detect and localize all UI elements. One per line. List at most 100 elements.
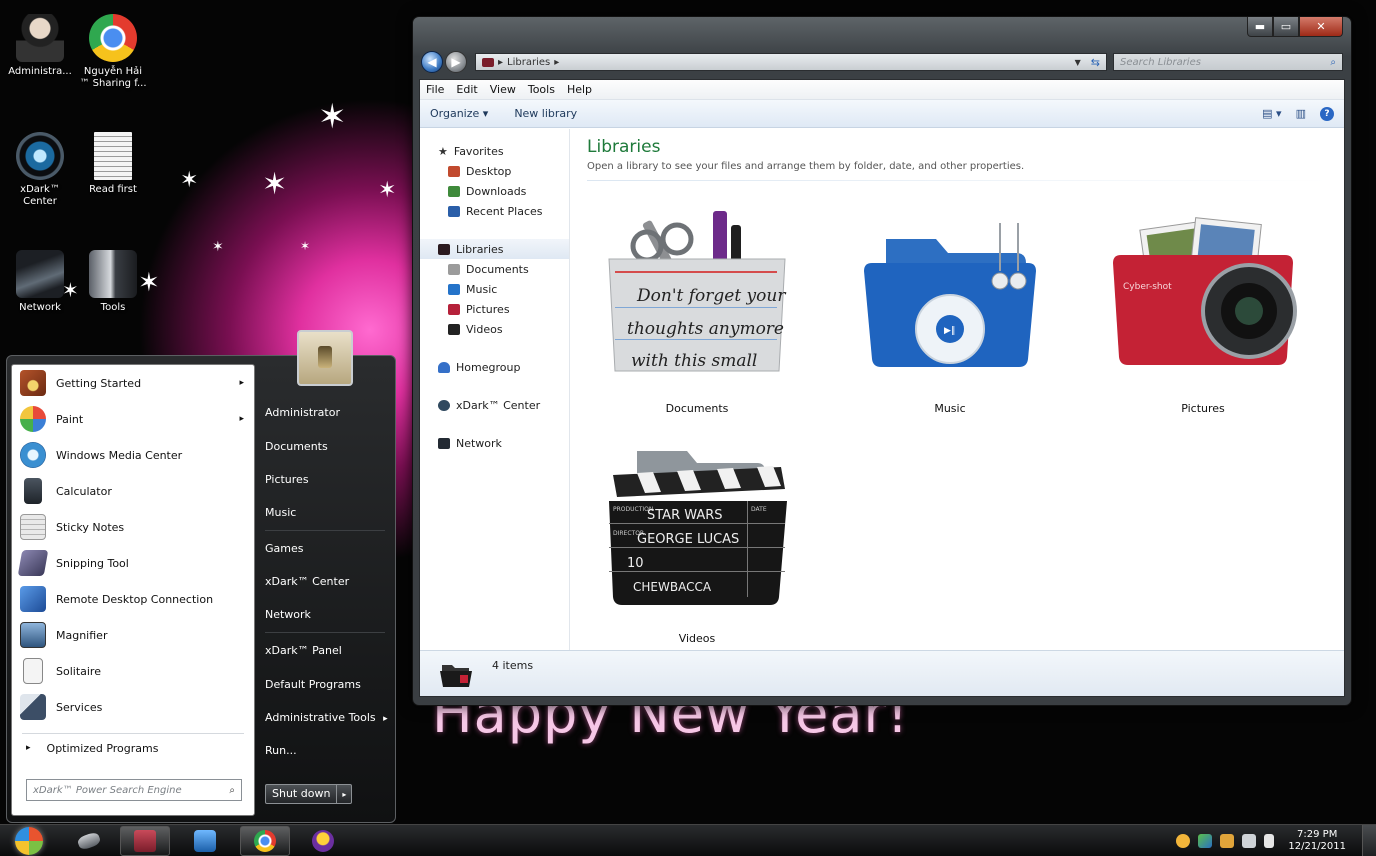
library-videos[interactable]: PRODUCTION DIRECTOR DATE STAR WARS GEORG… — [597, 431, 797, 645]
search-icon[interactable]: ⌕ — [1330, 57, 1336, 68]
chrome-icon — [254, 830, 276, 852]
nav-label: xDark™ Center — [456, 398, 541, 412]
library-documents[interactable]: Don't forget your thoughts anymore with … — [597, 201, 797, 415]
nav-desktop[interactable]: Desktop — [420, 161, 569, 181]
refresh-icon[interactable]: ⇆ — [1091, 56, 1100, 69]
close-button[interactable]: ✕ — [1299, 17, 1343, 37]
nav-libraries[interactable]: Libraries — [420, 239, 569, 259]
program-services[interactable]: Services — [12, 689, 254, 725]
pictures-folder-icon: Cyber-shot — [1113, 217, 1297, 365]
program-label: Services — [56, 700, 103, 714]
link-games[interactable]: Games — [265, 542, 303, 555]
solitaire-icon — [23, 658, 43, 684]
all-programs-label: Optimized Programs — [46, 741, 159, 755]
start-search-input[interactable]: xDark™ Power Search Engine ⌕ — [26, 779, 242, 801]
search-libraries-input[interactable]: Search Libraries ⌕ — [1113, 53, 1343, 71]
menu-tools[interactable]: Tools — [528, 83, 555, 96]
program-magnifier[interactable]: Magnifier — [12, 617, 254, 653]
nav-favorites[interactable]: ★ Favorites — [420, 141, 569, 161]
minimize-button[interactable]: ▬ — [1247, 17, 1273, 37]
music-icon — [448, 283, 460, 295]
text-document-icon — [94, 132, 132, 180]
windows-orb-icon — [15, 827, 43, 855]
volume-icon[interactable] — [1264, 834, 1275, 848]
all-programs-button[interactable]: ▸ Optimized Programs — [12, 734, 254, 762]
link-default-programs[interactable]: Default Programs — [265, 678, 361, 691]
view-options-icon[interactable]: ▤ ▾ — [1262, 107, 1281, 120]
show-desktop-button[interactable] — [1362, 825, 1376, 856]
link-administrator[interactable]: Administrator — [265, 406, 340, 419]
address-dropdown-icon[interactable]: ▼ — [1075, 58, 1081, 67]
search-icon[interactable]: ⌕ — [229, 785, 235, 796]
link-network[interactable]: Network — [265, 608, 311, 621]
link-music[interactable]: Music — [265, 506, 296, 519]
taskbar: 7:29 PM 12/21/2011 — [0, 824, 1376, 856]
back-button[interactable]: ◀ — [421, 51, 443, 73]
maximize-button[interactable]: ▭ — [1273, 17, 1299, 37]
slate-tag: DATE — [751, 506, 767, 513]
shutdown-options-button[interactable]: ▸ — [336, 785, 351, 803]
action-center-icon[interactable] — [1242, 834, 1257, 848]
new-library-button[interactable]: New library — [514, 107, 577, 120]
address-bar[interactable]: ▸ Libraries ▸ ▼ ⇆ — [475, 53, 1107, 71]
launcher-icon — [76, 831, 102, 851]
nav-videos[interactable]: Videos — [420, 319, 569, 339]
taskbar-chrome[interactable] — [240, 826, 290, 856]
program-sticky-notes[interactable]: Sticky Notes — [12, 509, 254, 545]
nav-label: Recent Places — [466, 204, 543, 218]
preview-pane-icon[interactable]: ▥ — [1296, 107, 1306, 120]
link-xdark-panel[interactable]: xDark™ Panel — [265, 644, 342, 657]
smiley-icon[interactable] — [1176, 834, 1191, 848]
submenu-arrow-icon: ▸ — [383, 714, 388, 724]
nav-network[interactable]: Network — [420, 433, 569, 453]
menu-view[interactable]: View — [490, 83, 516, 96]
link-pictures[interactable]: Pictures — [265, 473, 309, 486]
program-getting-started[interactable]: Getting Started ▸ — [12, 365, 254, 401]
link-administrative-tools[interactable]: Administrative Tools ▸ — [265, 711, 388, 724]
taskbar-explorer[interactable] — [120, 826, 170, 856]
taskbar-messenger[interactable] — [298, 826, 348, 856]
program-calculator[interactable]: Calculator — [12, 473, 254, 509]
nav-music[interactable]: Music — [420, 279, 569, 299]
menu-help[interactable]: Help — [567, 83, 592, 96]
clock[interactable]: 7:29 PM 12/21/2011 — [1288, 829, 1346, 853]
nav-label: Documents — [466, 262, 529, 276]
library-pictures[interactable]: Cyber-shot Pictures — [1103, 201, 1303, 415]
link-run[interactable]: Run... — [265, 744, 297, 757]
start-button[interactable] — [4, 826, 54, 856]
program-snipping-tool[interactable]: Snipping Tool — [12, 545, 254, 581]
shutdown-button[interactable]: Shut down — [266, 785, 336, 803]
taskbar-app-launcher[interactable] — [64, 826, 114, 856]
taskbar-media-player[interactable] — [180, 826, 230, 856]
nav-pictures[interactable]: Pictures — [420, 299, 569, 319]
menu-edit[interactable]: Edit — [456, 83, 477, 96]
program-remote-desktop[interactable]: Remote Desktop Connection — [12, 581, 254, 617]
desktop-icon-xdark-center[interactable]: xDark™ Center — [5, 132, 75, 208]
forward-button[interactable]: ▶ — [445, 51, 467, 73]
library-music[interactable]: ▶‖ Music — [850, 201, 1050, 415]
link-documents[interactable]: Documents — [265, 440, 328, 453]
desktop-icon-tools[interactable]: Tools — [78, 250, 148, 314]
link-xdark-center[interactable]: xDark™ Center — [265, 575, 349, 588]
program-windows-media-center[interactable]: Windows Media Center — [12, 437, 254, 473]
nav-downloads[interactable]: Downloads — [420, 181, 569, 201]
breadcrumb-libraries[interactable]: Libraries — [507, 57, 550, 68]
nav-xdark-center[interactable]: xDark™ Center — [420, 395, 569, 415]
desktop-icon-chrome[interactable]: Nguyễn Hải ™ Sharing f... — [78, 14, 148, 90]
desktop-icon-network[interactable]: Network — [5, 250, 75, 314]
menu-file[interactable]: File — [426, 83, 444, 96]
program-paint[interactable]: Paint ▸ — [12, 401, 254, 437]
nav-recent-places[interactable]: Recent Places — [420, 201, 569, 221]
nav-homegroup[interactable]: Homegroup — [420, 357, 569, 377]
program-solitaire[interactable]: Solitaire — [12, 653, 254, 689]
network-status-icon[interactable] — [1198, 834, 1213, 848]
desktop-icon-administrator[interactable]: Administra... — [5, 14, 75, 78]
users-icon[interactable] — [1220, 834, 1235, 848]
organize-button[interactable]: Organize ▾ — [430, 107, 488, 120]
recent-places-icon — [448, 205, 460, 217]
note-line: thoughts anymore — [627, 319, 784, 339]
help-icon[interactable]: ? — [1320, 106, 1334, 121]
desktop-icon-read-first[interactable]: Read first — [78, 132, 148, 196]
xdark-center-icon — [438, 399, 450, 411]
nav-documents[interactable]: Documents — [420, 259, 569, 279]
